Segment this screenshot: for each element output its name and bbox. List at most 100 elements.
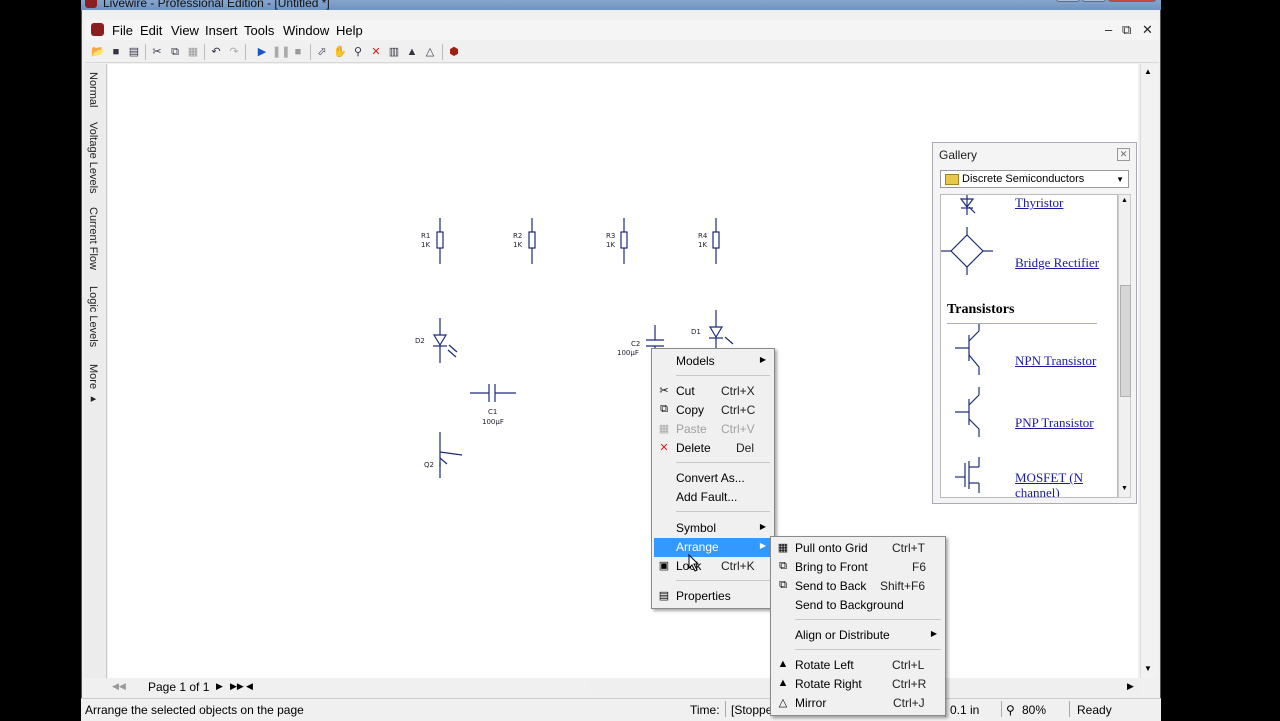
menu-item-label: Copy	[676, 403, 705, 417]
menu-item-label: Align or Distribute	[795, 628, 890, 642]
c2-value: 100µF	[617, 349, 639, 357]
r3-ref: R3	[606, 232, 615, 240]
menu-item-shortcut: Ctrl+V	[721, 422, 755, 436]
gallery-item-bridge-rectifier[interactable]: Bridge Rectifier	[1015, 255, 1099, 271]
mirror-icon: △	[778, 697, 788, 709]
menu-item-mirror[interactable]: △ Mirror Ctrl+J	[773, 694, 943, 713]
menu-item-shortcut: Ctrl+L	[892, 658, 925, 672]
scroll-up-icon[interactable]: ▲	[1121, 197, 1128, 204]
menu-separator	[795, 649, 941, 650]
menu-item-rotate-right[interactable]: ▲ Rotate Right Ctrl+R	[773, 675, 943, 694]
gallery-close-icon[interactable]: ✕	[1117, 148, 1130, 161]
c1-value: 100µF	[482, 418, 504, 426]
menu-item-label: Paste	[676, 422, 707, 436]
grid-size: 0.1 in	[950, 703, 980, 717]
submenu-arrow-icon: ▶	[759, 522, 766, 531]
r1-value: 1K	[421, 241, 430, 249]
scroll-down-icon[interactable]: ▼	[1121, 485, 1128, 492]
gallery-category-value: Discrete Semiconductors	[962, 173, 1085, 185]
submenu-arrow-icon: ▶	[759, 355, 766, 364]
menu-item-delete[interactable]: ✕ Delete Del	[654, 439, 772, 458]
gallery-item-mosfet[interactable]: MOSFET (N channel)	[1015, 470, 1111, 497]
thyristor-thumb-icon	[959, 195, 976, 215]
npn-transistor-thumb-icon	[955, 323, 980, 375]
menu-item-add-fault[interactable]: Add Fault...	[654, 488, 772, 507]
gallery-item-pnp-transistor[interactable]: PNP Transistor	[1015, 415, 1094, 431]
gallery-item-npn-transistor[interactable]: NPN Transistor	[1015, 353, 1096, 369]
d2-ref: D2	[415, 337, 425, 345]
submenu-arrow-icon: ▶	[930, 629, 937, 638]
menu-item-label: Add Fault...	[676, 490, 738, 504]
r1-ref: R1	[421, 232, 430, 240]
resistor-r3[interactable]	[620, 218, 628, 264]
menu-item-bring-to-front[interactable]: ⧉ Bring to Front F6	[773, 558, 943, 577]
menu-item-arrange[interactable]: Arrange ▶	[654, 538, 772, 557]
zoom-icon: ⚲	[1006, 703, 1015, 717]
menu-item-shortcut: Ctrl+K	[721, 559, 755, 573]
menu-item-symbol[interactable]: Symbol ▶	[654, 519, 772, 538]
gallery-item-thyristor[interactable]: Thyristor	[1015, 195, 1063, 211]
menu-item-send-to-background[interactable]: Send to Background	[773, 596, 943, 615]
r3-value: 1K	[606, 241, 615, 249]
menu-item-shortcut: Shift+F6	[880, 579, 926, 593]
menu-item-label: Properties	[676, 589, 731, 603]
scroll-down-icon[interactable]: ▼	[1144, 664, 1152, 673]
menu-separator	[676, 462, 770, 463]
resistor-r4[interactable]	[712, 218, 720, 264]
menu-item-label: Pull onto Grid	[795, 541, 868, 555]
menu-item-label: Convert As...	[676, 471, 745, 485]
menu-item-paste[interactable]: ▦ Paste Ctrl+V	[654, 420, 772, 439]
gallery-title: Gallery	[939, 148, 978, 162]
led-d1[interactable]	[708, 310, 734, 350]
menu-item-models[interactable]: Models ▶	[654, 352, 772, 371]
menu-item-cut[interactable]: ✂ Cut Ctrl+X	[654, 382, 772, 401]
gallery-section-heading: Transistors	[947, 302, 1015, 317]
menu-item-rotate-left[interactable]: ▲ Rotate Left Ctrl+L	[773, 656, 943, 675]
menu-item-align-or-distribute[interactable]: Align or Distribute ▶	[773, 626, 943, 645]
scroll-left-icon[interactable]: ◀	[246, 681, 253, 692]
menu-separator	[676, 375, 770, 376]
menu-item-copy[interactable]: ⧉ Copy Ctrl+C	[654, 401, 772, 420]
menu-separator	[795, 619, 941, 620]
menu-item-shortcut: Ctrl+R	[892, 677, 927, 691]
menu-item-label: Send to Background	[795, 598, 904, 612]
menu-item-convert-as[interactable]: Convert As...	[654, 469, 772, 488]
scroll-up-icon[interactable]: ▲	[1144, 67, 1152, 76]
menu-item-label: Cut	[676, 384, 695, 398]
rotate-right-icon: ▲	[777, 677, 789, 689]
gallery-scrollbar[interactable]: ▲ ▼	[1118, 194, 1131, 498]
resistor-r1[interactable]	[436, 218, 444, 264]
status-state: Ready	[1077, 703, 1112, 717]
menu-item-send-to-back[interactable]: ⧉ Send to Back Shift+F6	[773, 577, 943, 596]
last-page-icon[interactable]: ▶▶	[230, 681, 244, 692]
scroll-right-icon[interactable]: ▶	[1127, 681, 1134, 692]
gallery-category-select[interactable]: Discrete Semiconductors ▼	[940, 170, 1129, 188]
menu-item-label: Send to Back	[795, 579, 867, 593]
c2-ref: C2	[631, 340, 640, 348]
resistor-r2[interactable]	[528, 218, 536, 264]
capacitor-c1[interactable]	[470, 384, 516, 402]
paste-icon: ▦	[658, 423, 670, 435]
transistor-q2[interactable]	[439, 432, 463, 478]
menu-item-label: Mirror	[795, 696, 827, 710]
led-d2[interactable]	[432, 318, 458, 363]
r4-value: 1K	[698, 241, 707, 249]
mouse-cursor-icon	[688, 554, 700, 572]
section-divider	[947, 323, 1097, 324]
first-page-icon[interactable]: ◀◀	[112, 681, 126, 692]
copy-icon: ⧉	[660, 403, 668, 415]
menu-item-properties[interactable]: ▤ Properties	[654, 587, 772, 606]
scroll-thumb[interactable]	[1120, 285, 1131, 397]
menu-item-lock[interactable]: ▣ Lock Ctrl+K	[654, 557, 772, 576]
q2-ref: Q2	[424, 461, 434, 469]
next-page-icon[interactable]: ▶	[216, 681, 223, 692]
r2-ref: R2	[513, 232, 522, 240]
vertical-scrollbar[interactable]: ▲ ▼	[1140, 64, 1157, 678]
submenu-arrow-icon: ▶	[759, 541, 766, 550]
menu-item-pull-onto-grid[interactable]: ▦ Pull onto Grid Ctrl+T	[773, 539, 943, 558]
time-label: Time:	[690, 703, 720, 717]
menu-item-shortcut: Ctrl+J	[893, 696, 925, 710]
bring-to-front-icon: ⧉	[779, 560, 787, 572]
pnp-transistor-thumb-icon	[955, 387, 980, 437]
menu-item-shortcut: Del	[736, 441, 755, 455]
